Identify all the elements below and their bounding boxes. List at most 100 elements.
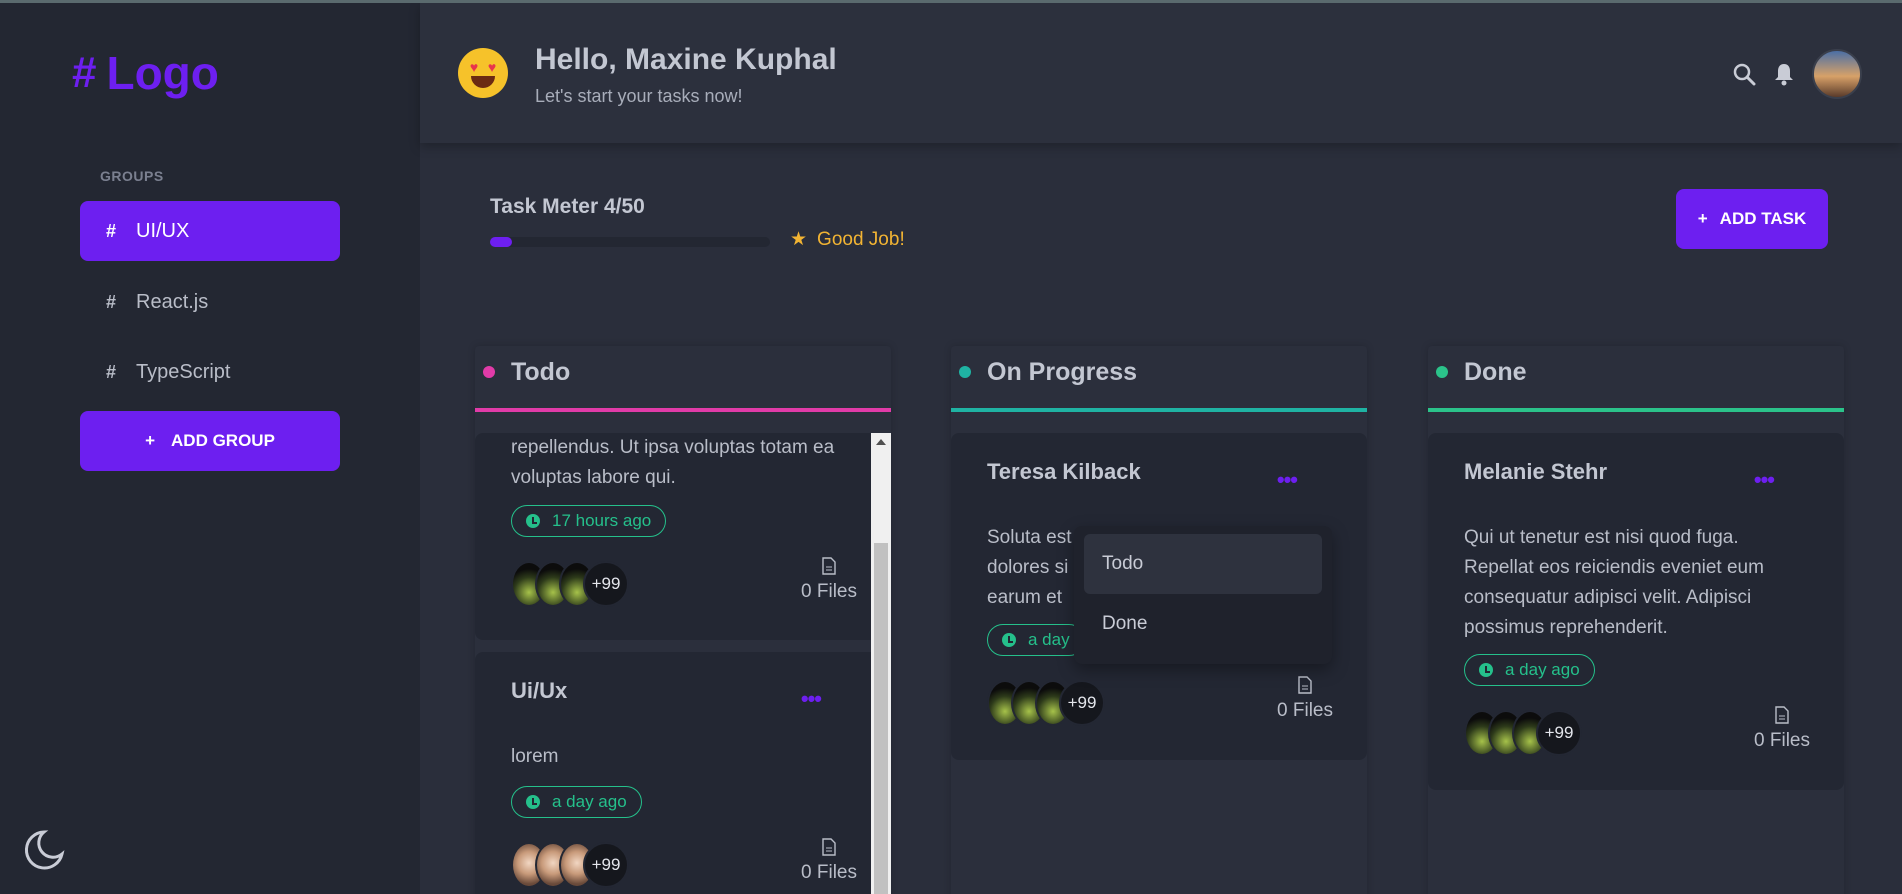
card-menu-button[interactable]: ••• — [1754, 467, 1775, 493]
window-top-border — [0, 0, 1902, 3]
more-assignees-count: +99 — [583, 842, 629, 888]
sidebar-item-reactjs[interactable]: # React.js — [80, 272, 340, 332]
files-count[interactable]: 0 Files — [1277, 676, 1333, 722]
groups-label: GROUPS — [100, 168, 164, 184]
sidebar-item-label: React.js — [136, 290, 209, 313]
time-label: a day — [1028, 630, 1070, 649]
plus-icon: + — [1697, 209, 1708, 228]
sidebar-item-typescript[interactable]: # TypeScript — [80, 342, 340, 402]
menu-item-todo[interactable]: Todo — [1084, 534, 1322, 594]
menu-item-done[interactable]: Done — [1084, 594, 1322, 654]
task-title: Melanie Stehr — [1464, 459, 1608, 484]
todo-column-scrollbar[interactable] — [871, 433, 891, 894]
column-todo: Todo repellendus. Ut ipsa voluptas totam… — [475, 346, 891, 894]
move-task-dropdown: Todo Done — [1074, 526, 1332, 664]
sidebar-item-uiux[interactable]: # UI/UX — [80, 201, 340, 261]
bell-icon[interactable] — [1772, 62, 1796, 86]
status-dot — [1436, 366, 1448, 378]
column-done: Done Melanie Stehr ••• Qui ut tenetur es… — [1428, 346, 1844, 894]
time-badge: a day ago — [511, 786, 642, 818]
good-job-message: ★ Good Job! — [790, 228, 905, 251]
task-description: repellendus. Ut ipsa voluptas totam ea v… — [511, 437, 835, 488]
sidebar-item-label: UI/UX — [136, 219, 190, 242]
task-card[interactable]: Ui/Ux ••• lorem a day ago +99 0 Files — [475, 652, 891, 894]
column-header: Todo — [475, 346, 891, 414]
clock-icon — [1002, 633, 1016, 647]
hash-icon: # — [72, 48, 97, 97]
files-label: 0 Files — [801, 581, 857, 602]
time-label: a day ago — [1505, 660, 1580, 679]
file-icon — [1775, 706, 1789, 724]
task-description: Qui ut tenetur est nisi quod fuga. Repel… — [1464, 527, 1764, 638]
hash-icon: # — [105, 361, 116, 382]
task-meter-title: Task Meter 4/50 — [490, 195, 645, 218]
card-menu-button[interactable]: ••• — [1277, 467, 1298, 493]
assignee-avatars[interactable]: +99 — [987, 680, 1105, 726]
status-dot — [959, 366, 971, 378]
good-job-text: Good Job! — [817, 228, 905, 250]
time-badge: a day — [987, 624, 1085, 656]
user-avatar[interactable] — [1812, 49, 1862, 99]
column-title: Todo — [511, 358, 571, 386]
file-icon — [822, 557, 836, 575]
add-group-label: ADD GROUP — [171, 431, 275, 450]
card-menu-button[interactable]: ••• — [801, 686, 822, 712]
task-description: lorem — [511, 746, 559, 767]
more-assignees-count: +99 — [583, 561, 629, 607]
sidebar-item-label: TypeScript — [136, 360, 231, 383]
clock-icon — [1479, 663, 1493, 677]
task-title: Ui/Ux — [511, 678, 568, 703]
hash-icon: # — [105, 291, 116, 312]
scroll-up-arrow-icon[interactable] — [876, 439, 886, 445]
greeting-subtitle: Let's start your tasks now! — [535, 86, 743, 106]
files-label: 0 Files — [1754, 730, 1810, 751]
logo-text: Logo — [106, 47, 219, 99]
files-count[interactable]: 0 Files — [801, 838, 857, 884]
files-label: 0 Files — [801, 862, 857, 883]
dark-mode-moon-icon[interactable] — [22, 828, 66, 872]
logo[interactable]: # Logo — [72, 46, 219, 100]
time-badge: 17 hours ago — [511, 505, 667, 537]
column-title: Done — [1464, 358, 1527, 386]
clock-icon — [526, 795, 540, 809]
assignee-avatars[interactable]: +99 — [511, 842, 629, 888]
more-assignees-count: +99 — [1536, 710, 1582, 756]
add-task-button[interactable]: + ADD TASK — [1676, 189, 1828, 249]
plus-icon: + — [145, 431, 156, 450]
hash-icon: # — [105, 220, 116, 241]
task-card[interactable]: Melanie Stehr ••• Qui ut tenetur est nis… — [1428, 433, 1844, 790]
header-actions — [1732, 49, 1862, 99]
column-underline — [475, 408, 891, 412]
add-task-label: ADD TASK — [1719, 209, 1807, 228]
assignee-avatars[interactable]: +99 — [1464, 710, 1582, 756]
task-meter-fill — [490, 237, 513, 247]
column-underline — [1428, 408, 1844, 412]
files-count[interactable]: 0 Files — [801, 557, 857, 603]
scrollbar-thumb[interactable] — [874, 543, 888, 894]
column-header: Done — [1428, 346, 1844, 414]
file-icon — [1298, 676, 1312, 694]
time-label: 17 hours ago — [552, 511, 652, 530]
search-icon[interactable] — [1732, 62, 1756, 86]
task-title: Teresa Kilback — [987, 459, 1141, 484]
assignee-avatars[interactable]: +99 — [511, 561, 629, 607]
status-dot — [483, 366, 495, 378]
column-header: On Progress — [951, 346, 1367, 414]
task-meter-progress — [490, 237, 770, 247]
greeting: Hello, Maxine Kuphal — [535, 43, 837, 76]
sidebar: # Logo GROUPS # UI/UX # React.js # TypeS… — [0, 0, 420, 894]
top-header: ♥ ♥ Hello, Maxine Kuphal Let's start you… — [420, 3, 1902, 143]
clock-icon — [526, 514, 540, 528]
time-label: a day ago — [552, 792, 627, 811]
column-title: On Progress — [987, 358, 1138, 386]
files-count[interactable]: 0 Files — [1754, 706, 1810, 752]
heart-eyes-emoji-icon: ♥ ♥ — [458, 48, 508, 98]
task-card[interactable]: repellendus. Ut ipsa voluptas totam ea v… — [475, 433, 891, 640]
column-underline — [951, 408, 1367, 412]
file-icon — [822, 838, 836, 856]
add-group-button[interactable]: + ADD GROUP — [80, 411, 340, 471]
time-badge: a day ago — [1464, 654, 1595, 686]
files-label: 0 Files — [1277, 700, 1333, 721]
more-assignees-count: +99 — [1059, 680, 1105, 726]
star-icon: ★ — [790, 229, 808, 250]
